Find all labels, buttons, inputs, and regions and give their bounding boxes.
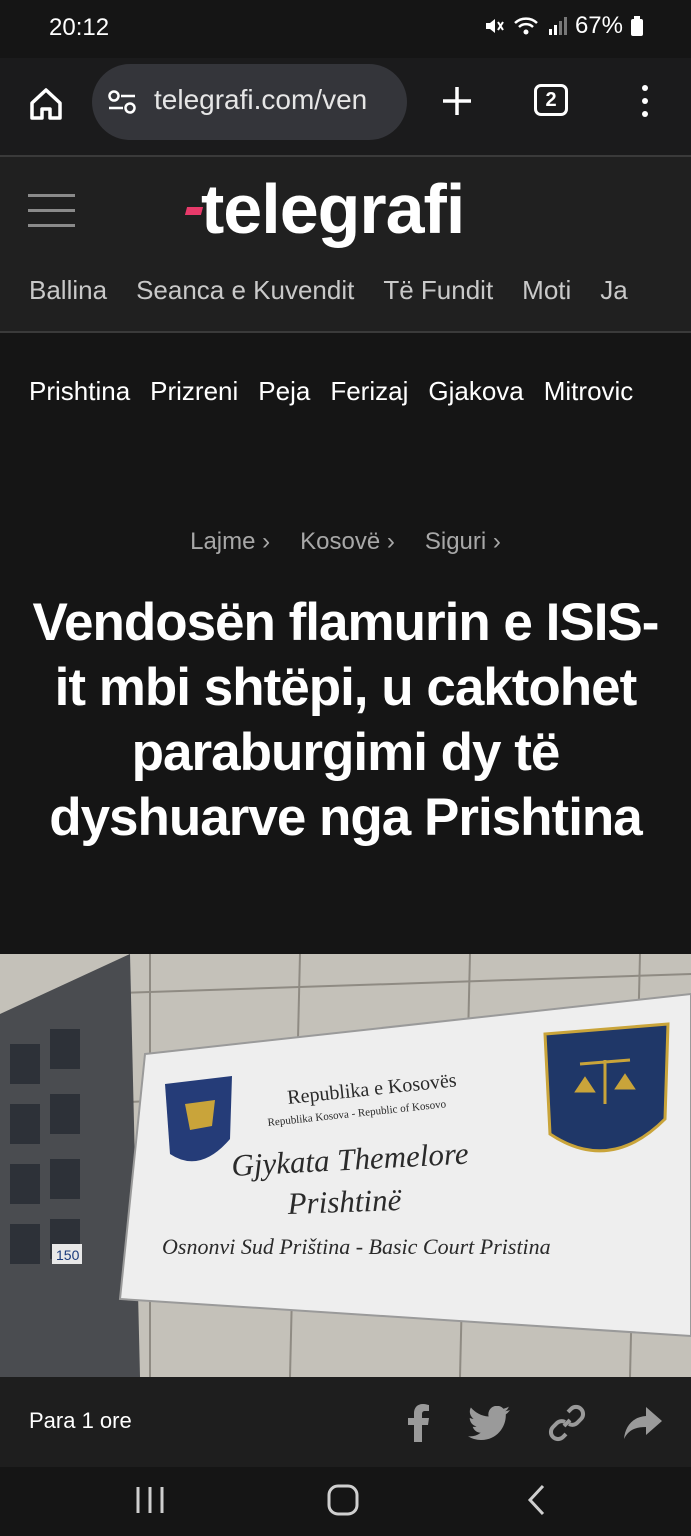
building-number: 150 — [56, 1247, 80, 1263]
article-meta-bar: Para 1 ore — [0, 1377, 691, 1467]
wifi-icon — [513, 15, 539, 37]
plus-icon — [443, 87, 471, 115]
browser-menu-button[interactable] — [628, 78, 662, 124]
site-header: telegrafi Ballina Seanca e Kuvendit Të F… — [0, 157, 691, 331]
city-item-mitrovica[interactable]: Mitrovic — [544, 376, 634, 407]
hamburger-menu-icon[interactable] — [28, 194, 75, 227]
nav-item-more[interactable]: Ja — [600, 275, 627, 306]
sign-basic-court: Osnonvi Sud Priština - Basic Court Prist… — [162, 1234, 551, 1259]
home-button[interactable] — [22, 80, 70, 128]
main-nav: Ballina Seanca e Kuvendit Të Fundit Moti… — [29, 275, 628, 306]
status-bar: 20:12 67% — [0, 0, 691, 58]
breadcrumb-siguri[interactable]: Siguri › — [425, 528, 501, 556]
url-text[interactable]: telegrafi.com/ven — [154, 84, 367, 116]
home-icon — [30, 88, 62, 120]
sign-prishtine: Prishtinë — [286, 1182, 402, 1221]
breadcrumb-kosove[interactable]: Kosovë › — [300, 528, 395, 556]
city-item-ferizaj[interactable]: Ferizaj — [330, 376, 408, 407]
city-item-gjakova[interactable]: Gjakova — [428, 376, 523, 407]
justice-emblem-icon — [543, 1022, 670, 1153]
status-icons: 67% — [483, 12, 643, 40]
facebook-share-icon[interactable] — [398, 1403, 440, 1443]
battery-icon — [631, 16, 643, 36]
browser-toolbar: telegrafi.com/ven 2 — [0, 58, 691, 156]
breadcrumb-lajme[interactable]: Lajme › — [190, 528, 270, 556]
recent-apps-icon[interactable] — [125, 1475, 175, 1525]
back-icon[interactable] — [512, 1475, 562, 1525]
tab-count: 2 — [545, 88, 557, 111]
battery-percent: 67% — [574, 12, 623, 39]
article-image: 150 Republika e Kosovës Republika Kosova… — [0, 954, 691, 1377]
signal-icon — [547, 15, 567, 37]
city-item-prizreni[interactable]: Prizreni — [150, 376, 238, 407]
system-navigation-bar — [0, 1467, 691, 1536]
status-time: 20:12 — [49, 14, 110, 41]
time-ago: Para 1 ore — [29, 1408, 132, 1433]
article-headline: Vendosën flamurin e ISIS-it mbi shtëpi, … — [32, 593, 660, 847]
nav-item-moti[interactable]: Moti — [522, 275, 571, 306]
link-share-icon[interactable] — [546, 1403, 588, 1443]
tab-switcher-button[interactable]: 2 — [534, 84, 568, 116]
city-item-prishtina[interactable]: Prishtina — [29, 376, 130, 407]
twitter-share-icon[interactable] — [468, 1403, 510, 1443]
mute-icon — [483, 15, 505, 37]
breadcrumb: Lajme › Kosovë › Siguri › — [0, 528, 691, 556]
logo-text: telegrafi — [201, 170, 465, 248]
divider — [0, 331, 691, 333]
home-nav-icon[interactable] — [318, 1475, 368, 1525]
city-item-peja[interactable]: Peja — [258, 376, 310, 407]
nav-item-seanca[interactable]: Seanca e Kuvendit — [136, 275, 354, 306]
address-bar[interactable]: telegrafi.com/ven — [92, 64, 407, 140]
new-tab-button[interactable] — [434, 78, 480, 124]
city-nav: Prishtina Prizreni Peja Ferizaj Gjakova … — [29, 376, 633, 407]
nav-item-ballina[interactable]: Ballina — [29, 275, 107, 306]
nav-item-te-fundit[interactable]: Të Fundit — [383, 275, 493, 306]
site-settings-icon[interactable] — [106, 88, 138, 121]
forward-share-icon[interactable] — [622, 1403, 664, 1443]
